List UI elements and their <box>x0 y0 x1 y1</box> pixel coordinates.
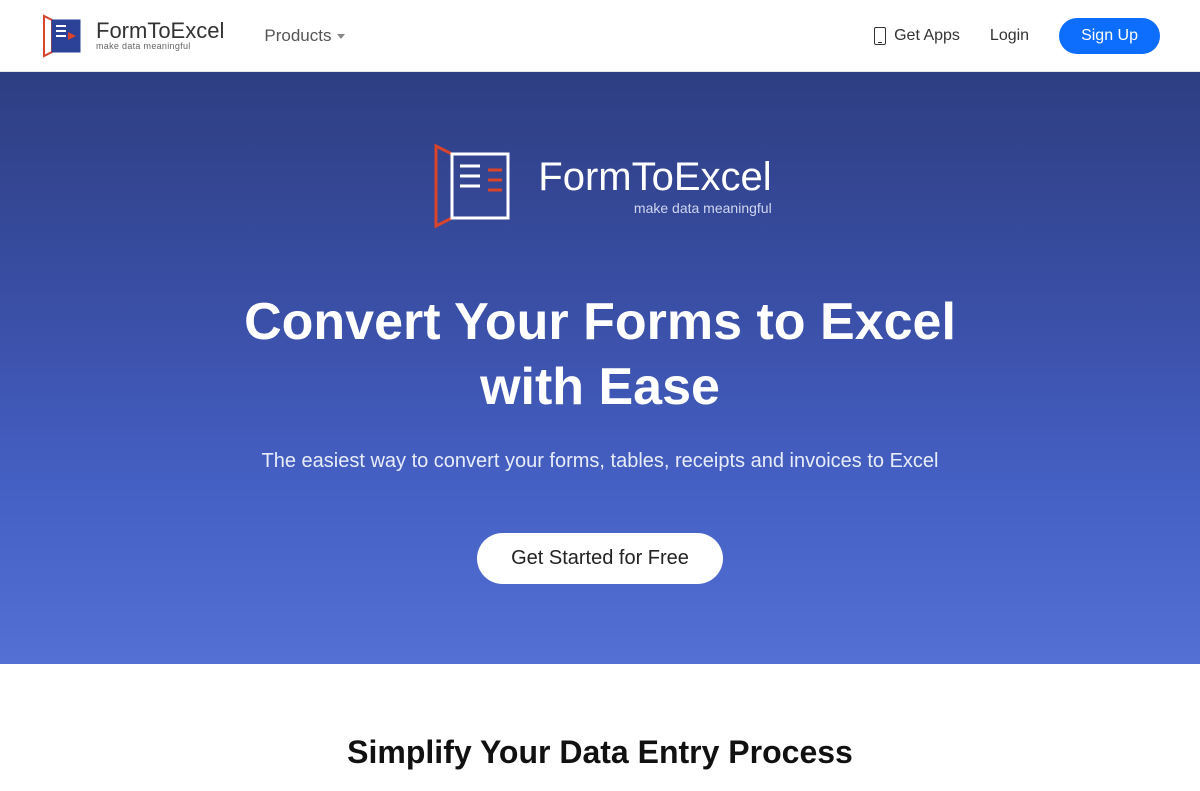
nav-products-dropdown[interactable]: Products <box>264 26 345 46</box>
hero-subheading: The easiest way to convert your forms, t… <box>40 450 1160 473</box>
navbar: FormToExcel make data meaningful Product… <box>0 0 1200 72</box>
hero-logo-text: FormToExcel make data meaningful <box>538 157 771 215</box>
nav-get-apps[interactable]: Get Apps <box>874 27 960 45</box>
hero-logo-title: FormToExcel <box>538 157 771 197</box>
logo-icon <box>40 14 86 58</box>
get-started-button[interactable]: Get Started for Free <box>477 533 723 584</box>
logo-text: FormToExcel make data meaningful <box>96 20 224 51</box>
hero-section: FormToExcel make data meaningful Convert… <box>0 72 1200 664</box>
chevron-down-icon <box>337 34 345 39</box>
logo-tagline: make data meaningful <box>96 42 224 51</box>
hero-logo-tagline: make data meaningful <box>634 201 772 215</box>
logo[interactable]: FormToExcel make data meaningful <box>40 14 224 58</box>
nav-get-apps-label: Get Apps <box>894 27 960 45</box>
hero-heading: Convert Your Forms to Excel with Ease <box>200 290 1000 420</box>
section-simplify: Simplify Your Data Entry Process <box>0 664 1200 791</box>
section-simplify-heading: Simplify Your Data Entry Process <box>40 734 1160 771</box>
nav-login[interactable]: Login <box>990 27 1029 45</box>
nav-products-label: Products <box>264 26 331 46</box>
logo-title: FormToExcel <box>96 20 224 42</box>
signup-button[interactable]: Sign Up <box>1059 18 1160 54</box>
hero-logo: FormToExcel make data meaningful <box>40 142 1160 230</box>
nav-right: Get Apps Login Sign Up <box>874 18 1160 54</box>
nav-login-label: Login <box>990 27 1029 44</box>
hero-logo-icon <box>428 142 520 230</box>
phone-icon <box>874 27 886 45</box>
